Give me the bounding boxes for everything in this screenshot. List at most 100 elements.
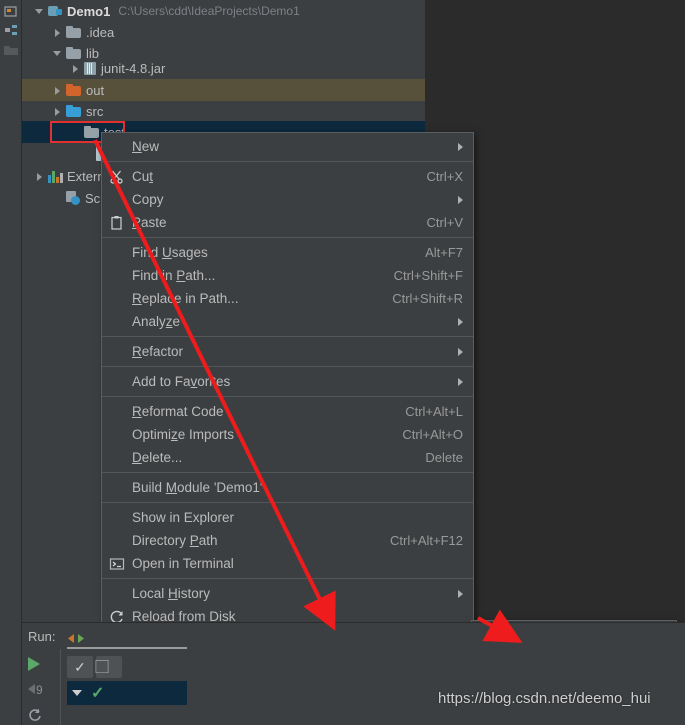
tree-row-label: junit-4.8.jar [101, 60, 166, 76]
menu-item-refactor[interactable]: Refactor [102, 340, 473, 363]
menu-item-label: Reformat Code [132, 404, 224, 419]
menu-item-label: Replace in Path... [132, 291, 239, 306]
test-results-tree[interactable]: ✓ ⃞ ✓ [67, 651, 187, 723]
menu-item-open-in-terminal[interactable]: Open in Terminal [102, 552, 473, 575]
menu-item-shortcut: Ctrl+V [426, 215, 463, 230]
menu-item-label: Find in Path... [132, 268, 216, 283]
structure-tool-icon[interactable] [3, 22, 19, 38]
submenu-arrow-icon [458, 589, 463, 598]
menu-separator [102, 237, 473, 238]
menu-item-label: Optimize Imports [132, 427, 235, 442]
menu-item-copy[interactable]: Copy [102, 188, 473, 211]
menu-item-reformat-code[interactable]: Reformat Code Ctrl+Alt+L [102, 400, 473, 423]
menu-item-label: New [132, 139, 160, 154]
test-passed-icon: ✓ [91, 685, 105, 702]
test-results-toolbar-row[interactable]: ✓ ⃞ [67, 655, 187, 679]
menu-item-directory-path[interactable]: Directory Path Ctrl+Alt+F12 [102, 529, 473, 552]
tree-row-src[interactable]: src [22, 100, 425, 122]
menu-item-shortcut: Ctrl+Alt+F12 [390, 533, 463, 548]
menu-item-add-to-favorites[interactable]: Add to Favorites [102, 370, 473, 393]
menu-item-find-in-path[interactable]: Find in Path... Ctrl+Shift+F [102, 264, 473, 287]
menu-item-label: Open in Terminal [132, 556, 234, 571]
menu-separator [102, 396, 473, 397]
tree-row-path: C:\Users\cdd\IdeaProjects\Demo1 [118, 4, 300, 18]
tree-row-out[interactable]: out [22, 79, 425, 101]
submenu-arrow-icon [458, 142, 463, 151]
folder-icon [66, 105, 81, 117]
menu-item-label: Analyze [132, 314, 181, 329]
menu-item-label: Paste [132, 215, 167, 230]
menu-item-label: Cut [132, 169, 154, 184]
project-tool-icon[interactable] [3, 4, 19, 20]
scissors-icon [109, 169, 125, 185]
debug-icon[interactable]: 9 [26, 681, 46, 697]
run-panel-divider [60, 649, 61, 725]
ide-window: Demo1 C:\Users\cdd\IdeaProjects\Demo1 .ide… [0, 0, 685, 725]
menu-item-local-history[interactable]: Local History [102, 582, 473, 605]
tree-row-label: src [86, 103, 104, 119]
menu-item-label: Copy [132, 192, 164, 207]
module-icon [48, 5, 62, 18]
menu-item-shortcut: Ctrl+Alt+O [402, 427, 463, 442]
folder-icon [84, 126, 99, 138]
terminal-icon [109, 556, 125, 572]
submenu-arrow-icon [458, 347, 463, 356]
tree-row-label: Demo1 [67, 3, 111, 19]
submenu-arrow-icon [458, 377, 463, 386]
menu-item-find-usages[interactable]: Find Usages Alt+F7 [102, 241, 473, 264]
expand-triangle-icon[interactable] [72, 690, 82, 696]
run-icon[interactable] [28, 657, 40, 671]
menu-item-shortcut: Ctrl+Shift+R [392, 291, 463, 306]
menu-item-shortcut: Ctrl+X [426, 169, 463, 184]
submenu-arrow-icon [458, 195, 463, 204]
rerun-icon[interactable] [27, 707, 43, 723]
jar-icon [84, 61, 96, 75]
menu-item-replace-in-path[interactable]: Replace in Path... Ctrl+Shift+R [102, 287, 473, 310]
run-tab-underline [67, 647, 187, 649]
test-result-row[interactable]: ✓ [67, 681, 187, 705]
menu-item-shortcut: Ctrl+Alt+L [405, 404, 463, 419]
tree-row-label: .idea [86, 24, 115, 40]
menu-item-cut[interactable]: Cut Ctrl+X [102, 165, 473, 188]
tree-row-junit-4-8-jar[interactable]: junit-4.8.jar [22, 57, 425, 79]
menu-item-shortcut: Alt+F7 [425, 245, 463, 260]
menu-item-label: Delete... [132, 450, 183, 465]
menu-separator [102, 336, 473, 337]
svg-text:9: 9 [36, 683, 43, 697]
chevron-down-icon[interactable] [34, 6, 45, 17]
menu-item-new[interactable]: New [102, 135, 473, 158]
submenu-arrow-icon [458, 317, 463, 326]
folder-icon [66, 84, 81, 96]
run-config-arrows-icon[interactable] [66, 631, 86, 643]
chevron-right-icon[interactable] [34, 171, 45, 182]
tree-row-idea[interactable]: .idea [22, 21, 425, 43]
run-tool-window: Run: 9 ✓ ⃞ [22, 622, 685, 725]
show-ignored-button[interactable]: ⃞ [96, 656, 122, 678]
menu-item-show-in-explorer[interactable]: Show in Explorer [102, 506, 473, 529]
left-tool-strip [0, 0, 22, 725]
chevron-right-icon[interactable] [52, 106, 63, 117]
chevron-right-icon[interactable] [52, 85, 63, 96]
menu-separator [102, 366, 473, 367]
show-passed-button[interactable]: ✓ [67, 656, 93, 678]
menu-item-optimize-imports[interactable]: Optimize Imports Ctrl+Alt+O [102, 423, 473, 446]
menu-separator [102, 502, 473, 503]
chevron-right-icon[interactable] [70, 63, 81, 74]
menu-item-label: Local History [132, 586, 211, 601]
folder-tool-icon[interactable] [3, 42, 19, 58]
scratches-icon [66, 191, 80, 205]
menu-item-label: Build Module 'Demo1' [132, 480, 263, 495]
tree-row-demo1[interactable]: Demo1 C:\Users\cdd\IdeaProjects\Demo1 [22, 0, 425, 22]
menu-item-label: Find Usages [132, 245, 208, 260]
menu-item-paste[interactable]: Paste Ctrl+V [102, 211, 473, 234]
menu-item-label: Show in Explorer [132, 510, 235, 525]
menu-item-shortcut: Delete [425, 450, 463, 465]
menu-item-label: Directory Path [132, 533, 218, 548]
chevron-right-icon[interactable] [52, 27, 63, 38]
menu-item-delete[interactable]: Delete... Delete [102, 446, 473, 469]
menu-item-build-module-demo1[interactable]: Build Module 'Demo1' [102, 476, 473, 499]
menu-separator [102, 161, 473, 162]
menu-item-analyze[interactable]: Analyze [102, 310, 473, 333]
